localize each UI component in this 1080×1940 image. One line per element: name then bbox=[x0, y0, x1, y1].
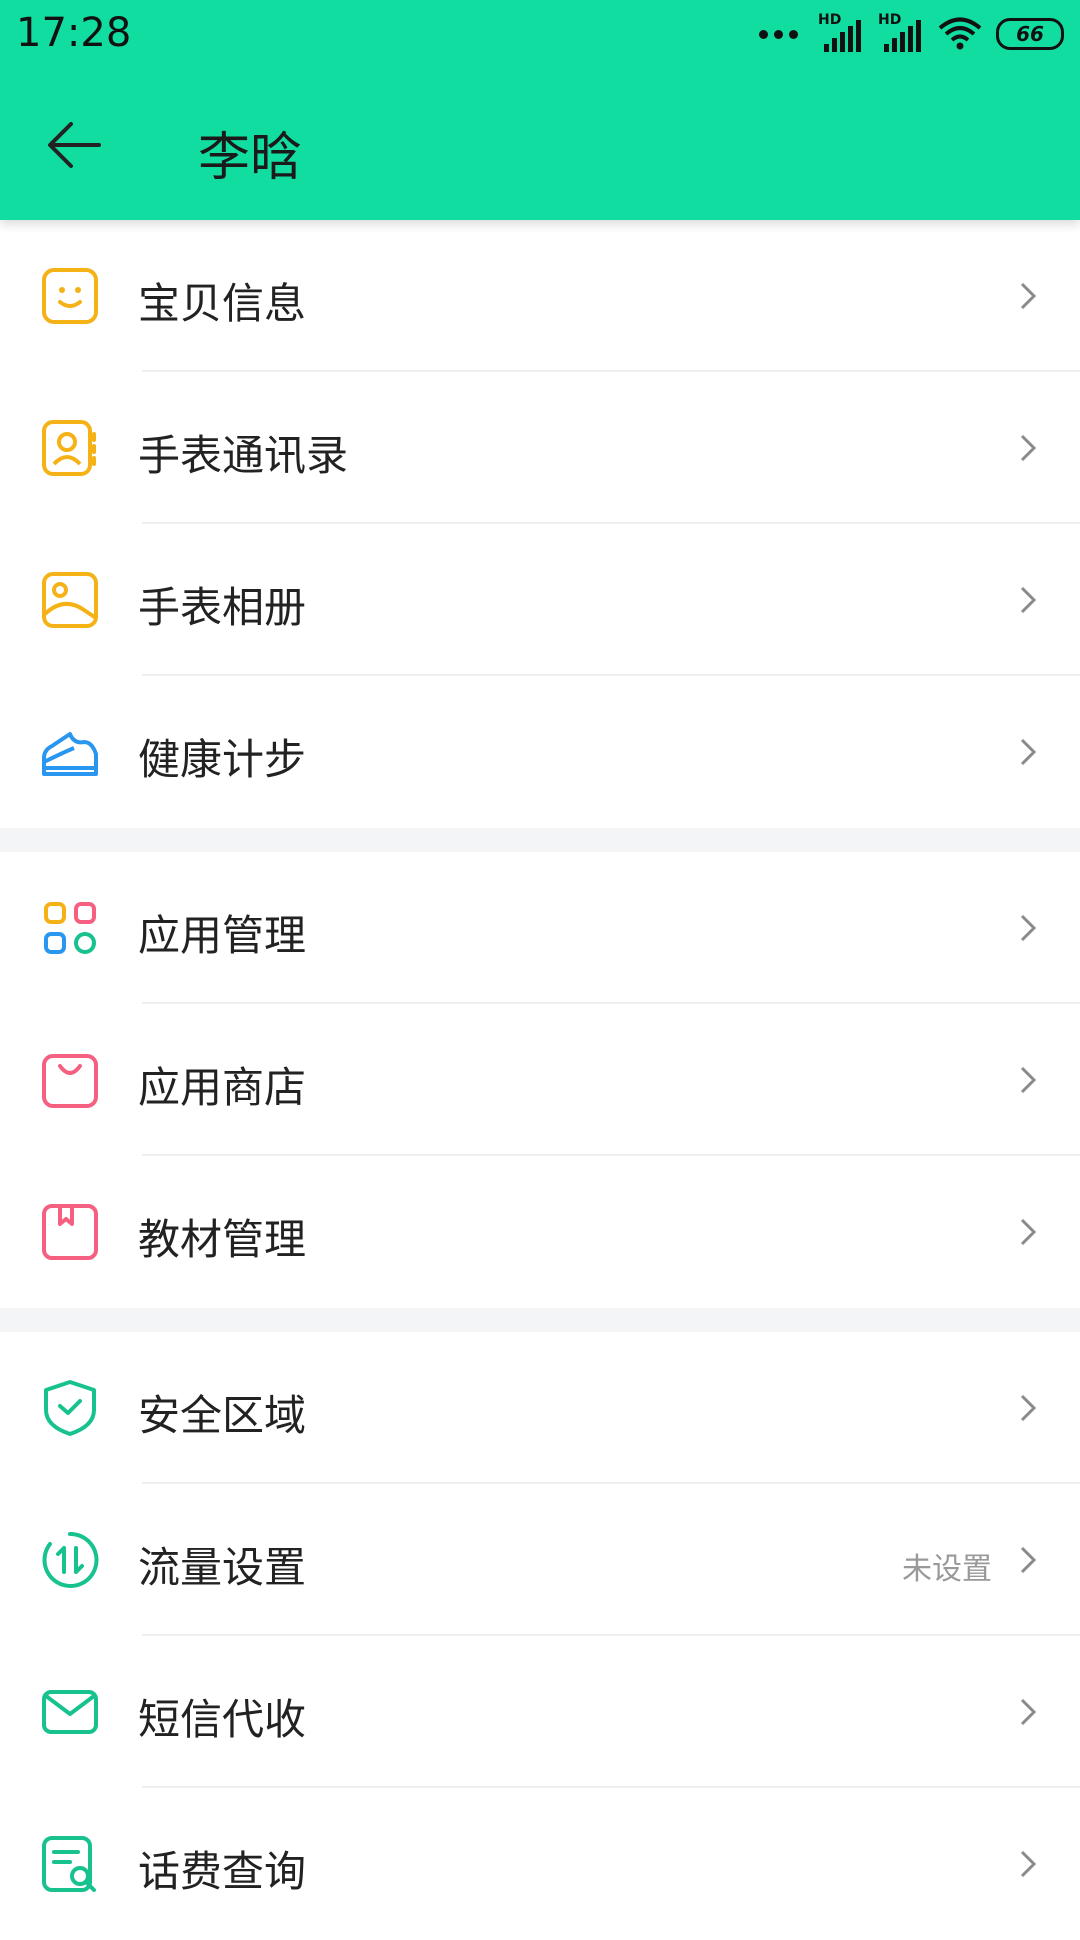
chevron-right-icon bbox=[1020, 1850, 1037, 1878]
settings-list: 宝贝信息 手表通讯录 手表相册 健康计步 应用管理 应用商店 教材管理 安全区域… bbox=[0, 220, 1080, 1940]
menu-item-label: 安全区域 bbox=[138, 1391, 307, 1440]
menu-item-watch-album[interactable]: 手表相册 bbox=[0, 524, 1080, 676]
menu-item-sms-collection[interactable]: 短信代收 bbox=[0, 1636, 1080, 1788]
menu-item-textbook-management[interactable]: 教材管理 bbox=[0, 1156, 1080, 1308]
app-header: 17:28 HD HD 66 李晗 bbox=[0, 0, 1080, 220]
menu-item-health-steps[interactable]: 健康计步 bbox=[0, 676, 1080, 828]
smile-face-icon bbox=[42, 268, 98, 324]
chevron-right-icon bbox=[1020, 282, 1037, 310]
chevron-right-icon bbox=[1020, 434, 1037, 462]
section-gap bbox=[0, 828, 1080, 852]
book-icon bbox=[42, 1204, 98, 1260]
menu-item-safe-zone[interactable]: 安全区域 bbox=[0, 1332, 1080, 1484]
chevron-right-icon bbox=[1020, 738, 1037, 766]
menu-item-label: 应用商店 bbox=[138, 1063, 307, 1112]
menu-item-label: 手表通讯录 bbox=[138, 431, 349, 480]
section-gap bbox=[0, 1308, 1080, 1332]
chevron-right-icon bbox=[1020, 1394, 1037, 1422]
menu-item-label: 健康计步 bbox=[138, 735, 307, 784]
chevron-right-icon bbox=[1020, 1218, 1037, 1246]
menu-item-label: 话费查询 bbox=[138, 1847, 307, 1896]
menu-item-label: 应用管理 bbox=[138, 911, 307, 960]
bill-search-icon bbox=[42, 1836, 96, 1892]
menu-item-label: 手表相册 bbox=[138, 583, 307, 632]
envelope-icon bbox=[42, 1690, 98, 1734]
menu-item-app-management[interactable]: 应用管理 bbox=[0, 852, 1080, 1004]
shopping-bag-icon bbox=[42, 1054, 98, 1108]
menu-item-baby-info[interactable]: 宝贝信息 bbox=[0, 220, 1080, 372]
more-dots-icon bbox=[759, 29, 798, 39]
apps-grid-icon bbox=[44, 902, 96, 954]
back-button[interactable] bbox=[38, 110, 108, 180]
chevron-right-icon bbox=[1020, 586, 1037, 614]
shoe-icon bbox=[42, 732, 98, 776]
data-traffic-icon bbox=[42, 1531, 99, 1588]
battery-indicator: 66 bbox=[996, 18, 1064, 50]
shield-check-icon bbox=[44, 1380, 96, 1436]
menu-item-label: 短信代收 bbox=[138, 1695, 307, 1744]
menu-item-watch-contacts[interactable]: 手表通讯录 bbox=[0, 372, 1080, 524]
arrow-left-icon bbox=[48, 122, 101, 168]
menu-item-data-settings[interactable]: 流量设置 未设置 bbox=[0, 1484, 1080, 1636]
menu-item-label: 教材管理 bbox=[138, 1215, 307, 1264]
wifi-icon bbox=[938, 17, 982, 50]
signal-icon: HD bbox=[818, 12, 864, 52]
signal-icon: HD bbox=[878, 12, 924, 52]
chevron-right-icon bbox=[1020, 1066, 1037, 1094]
status-icons: HD HD 66 bbox=[759, 12, 1064, 54]
menu-item-value: 未设置 bbox=[902, 1552, 992, 1587]
menu-item-app-store[interactable]: 应用商店 bbox=[0, 1004, 1080, 1156]
menu-item-label: 流量设置 bbox=[138, 1543, 307, 1592]
chevron-right-icon bbox=[1020, 914, 1037, 942]
photo-album-icon bbox=[42, 572, 98, 628]
contacts-book-icon bbox=[42, 420, 96, 476]
menu-item-phone-bill[interactable]: 话费查询 bbox=[0, 1788, 1080, 1940]
status-time: 17:28 bbox=[16, 10, 132, 56]
chevron-right-icon bbox=[1020, 1546, 1037, 1574]
status-bar: 17:28 HD HD 66 bbox=[0, 0, 1080, 70]
menu-item-label: 宝贝信息 bbox=[138, 279, 307, 328]
chevron-right-icon bbox=[1020, 1698, 1037, 1726]
page-title: 李晗 bbox=[198, 128, 303, 188]
